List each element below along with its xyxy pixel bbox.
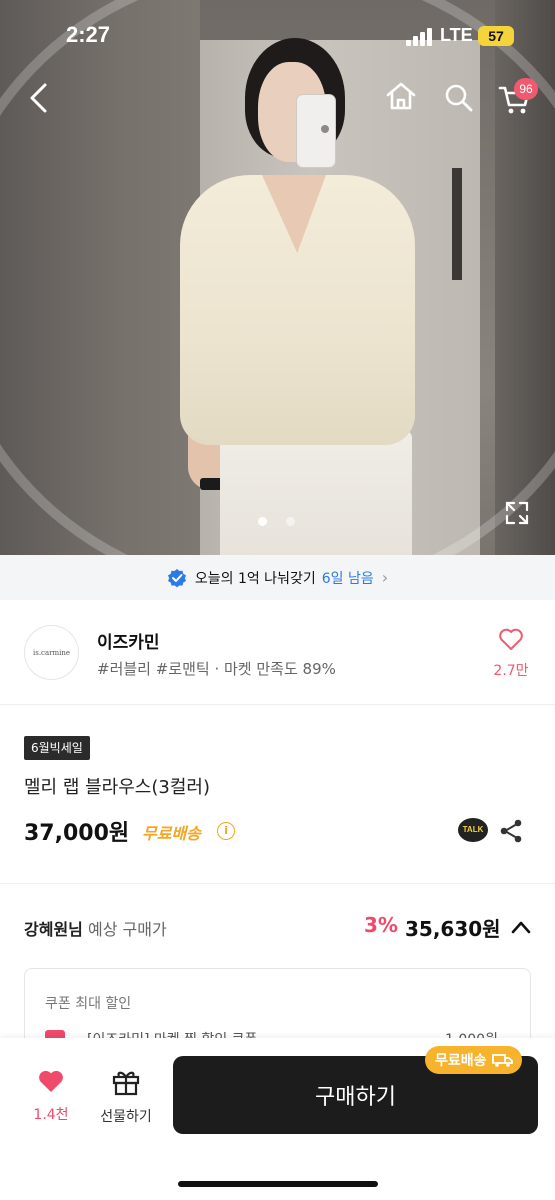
signal-icon: [406, 28, 434, 46]
free-shipping-label: 무료배송: [142, 824, 201, 843]
gift-button[interactable]: 선물하기: [92, 1068, 160, 1126]
status-time: 2:27: [66, 22, 111, 47]
bottom-action-bar: 1.4천 선물하기 구매하기 무료배송: [0, 1038, 555, 1200]
chevron-up-icon[interactable]: [510, 918, 532, 940]
gift-label: 선물하기: [100, 1109, 152, 1125]
sale-badge: 6월빅세일: [24, 736, 90, 760]
banner-text: 오늘의 1억 나눠갖기: [194, 570, 316, 587]
shop-section[interactable]: is.carmine 이즈카민 #러블리 #로맨틱 · 마켓 만족도 89%: [0, 600, 555, 705]
expected-price: 35,630원: [405, 917, 501, 941]
banner-highlight: 6일 남음: [321, 570, 374, 587]
free-shipping-badge-label: 무료배송: [435, 1053, 487, 1069]
expected-price-label: 강혜원님 예상 구매가: [24, 916, 167, 940]
expected-label-text: 예상 구매가: [87, 920, 167, 939]
like-button[interactable]: 1.4천: [22, 1068, 80, 1124]
back-icon[interactable]: [26, 82, 52, 118]
shop-favorite-icon[interactable]: [498, 627, 524, 655]
promo-banner[interactable]: 오늘의 1억 나눠갖기 6일 남음 ›: [0, 555, 555, 600]
pager-dot: [286, 517, 295, 526]
product-title: 멜리 랩 블라우스(3컬러): [24, 777, 210, 798]
free-shipping-badge: 무료배송: [425, 1046, 522, 1074]
shop-name[interactable]: 이즈카민: [97, 628, 160, 653]
cart-badge: 96: [514, 78, 538, 100]
shop-favorite-count: 2.7만: [493, 663, 529, 679]
info-icon[interactable]: i: [217, 822, 235, 840]
chevron-right-icon: ›: [381, 568, 389, 587]
status-bar: 2:27 LTE 57: [0, 0, 555, 70]
discount-rate: 3%: [364, 913, 398, 937]
heart-filled-icon: [39, 1070, 63, 1092]
share-icon[interactable]: [498, 818, 524, 848]
pager-dot-active: [258, 517, 267, 526]
like-count: 1.4천: [33, 1107, 69, 1123]
section-divider: [0, 883, 555, 884]
shop-logo[interactable]: is.carmine: [24, 625, 79, 680]
network-type: LTE: [440, 25, 473, 45]
home-icon[interactable]: [384, 80, 418, 116]
battery-indicator: 57: [478, 26, 514, 46]
shop-tags: #러블리 #로맨틱 · 마켓 만족도 89%: [97, 660, 336, 678]
verified-badge-icon: [167, 568, 186, 587]
coupon-title: 쿠폰 최대 할인: [45, 996, 132, 1012]
product-price: 37,000원: [24, 821, 130, 846]
gift-icon: [112, 1071, 140, 1096]
home-indicator: [178, 1181, 378, 1187]
kakaotalk-share-icon[interactable]: TALK: [458, 818, 488, 842]
search-icon[interactable]: [443, 82, 475, 118]
user-name: 강혜원님: [24, 920, 83, 939]
expand-icon[interactable]: [504, 500, 530, 530]
truck-icon: [491, 1054, 513, 1067]
